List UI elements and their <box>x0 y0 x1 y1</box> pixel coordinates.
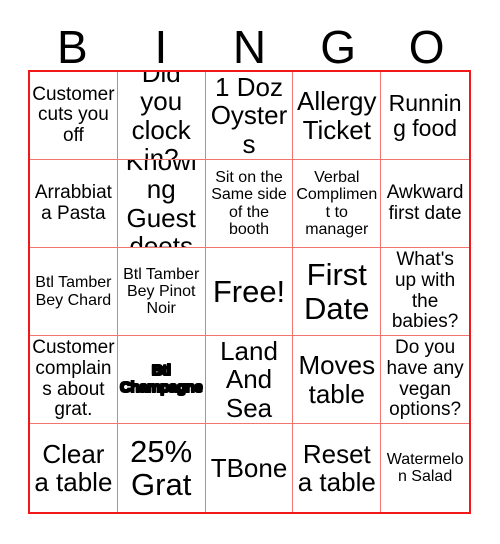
bingo-cell-label: Do you have any vegan options? <box>386 337 464 421</box>
bingo-cell[interactable]: Btl Tamber Bey Chard <box>30 248 118 336</box>
bingo-cell-label: Customer cuts you off <box>32 83 115 146</box>
bingo-cell[interactable]: Btl Tamber Bey Pinot Noir <box>117 248 206 336</box>
header-letter-o: O <box>408 21 445 73</box>
bingo-cell-label: Arrabbiata Pasta <box>34 181 112 224</box>
bingo-cell-label: Btl Tamber Bey Chard <box>35 274 112 309</box>
header-letter-g: G <box>320 21 356 73</box>
bingo-cell[interactable]: Sit on the Same side of the booth <box>205 160 294 248</box>
bingo-cell-label: Awkward first date <box>386 181 464 224</box>
bingo-cell[interactable]: Do you have any vegan options? <box>381 336 469 424</box>
bingo-cell-label: Sit on the Same side of the booth <box>211 168 287 238</box>
bingo-cell[interactable]: Customer complains about grat. <box>30 336 118 424</box>
bingo-cell[interactable]: Watermelon Salad <box>381 424 469 512</box>
bingo-cell[interactable]: Customer cuts you off <box>30 72 118 160</box>
bingo-cell[interactable]: Arrabbiata Pasta <box>30 160 118 248</box>
bingo-cell[interactable]: Knowing Guest deets <box>117 160 206 248</box>
bingo-cell-label: Btl Champagne <box>120 362 203 396</box>
bingo-cell[interactable]: Did you clock in? <box>117 72 206 160</box>
bingo-cell-label: Customer complains about grat. <box>32 337 115 421</box>
bingo-cell[interactable]: Land And Sea <box>205 336 294 424</box>
bingo-cell-label: Reset a table <box>297 438 376 497</box>
bingo-cell[interactable]: Awkward first date <box>381 160 469 248</box>
bingo-cell[interactable]: Allergy Ticket <box>293 72 382 160</box>
bingo-header: B I N G O <box>28 14 471 70</box>
header-letter-i: I <box>154 21 168 73</box>
bingo-cell-label: Moves table <box>298 350 376 409</box>
bingo-cell-label: Did you clock in? <box>131 72 191 160</box>
bingo-cell-label: Clear a table <box>34 438 113 497</box>
bingo-cell[interactable]: Free! <box>205 248 294 336</box>
bingo-cell-label: Running food <box>388 89 462 141</box>
bingo-cell[interactable]: 25% Grat <box>117 424 206 512</box>
bingo-cell-label: Verbal Compliment to manager <box>296 168 378 238</box>
bingo-cell[interactable]: First Date <box>293 248 382 336</box>
bingo-cell[interactable]: Moves table <box>293 336 382 424</box>
bingo-cell-label: First Date <box>304 257 370 326</box>
bingo-cell-label: Btl Tamber Bey Pinot Noir <box>123 265 200 318</box>
bingo-card: B I N G O Customer cuts you off Did you c… <box>0 0 500 544</box>
bingo-cell[interactable]: Clear a table <box>30 424 118 512</box>
bingo-cell-label: 25% Grat <box>130 433 193 502</box>
bingo-cell[interactable]: Btl Champagne <box>117 336 206 424</box>
header-letter-n: N <box>232 21 267 73</box>
bingo-grid: Customer cuts you off Did you clock in? 1 … <box>28 70 471 514</box>
bingo-cell[interactable]: Running food <box>381 72 469 160</box>
bingo-cell-label: Land And Sea <box>220 336 278 423</box>
bingo-cell-label: 1 Doz Oysters <box>210 72 288 159</box>
bingo-cell-label: TBone <box>210 452 288 483</box>
bingo-cell-label: Allergy Ticket <box>297 86 377 145</box>
bingo-cell-label: Watermelon Salad <box>386 450 464 485</box>
bingo-cell[interactable]: TBone <box>205 424 294 512</box>
bingo-cell[interactable]: What's up with the babies? <box>381 248 469 336</box>
bingo-cell[interactable]: 1 Doz Oysters <box>205 72 294 160</box>
bingo-cell[interactable]: Verbal Compliment to manager <box>293 160 382 248</box>
bingo-cell-label: What's up with the babies? <box>391 249 459 333</box>
bingo-cell-label: Knowing Guest deets <box>125 160 197 248</box>
bingo-cell-label: Free! <box>212 273 286 309</box>
header-letter-b: B <box>56 21 88 73</box>
bingo-cell[interactable]: Reset a table <box>293 424 382 512</box>
